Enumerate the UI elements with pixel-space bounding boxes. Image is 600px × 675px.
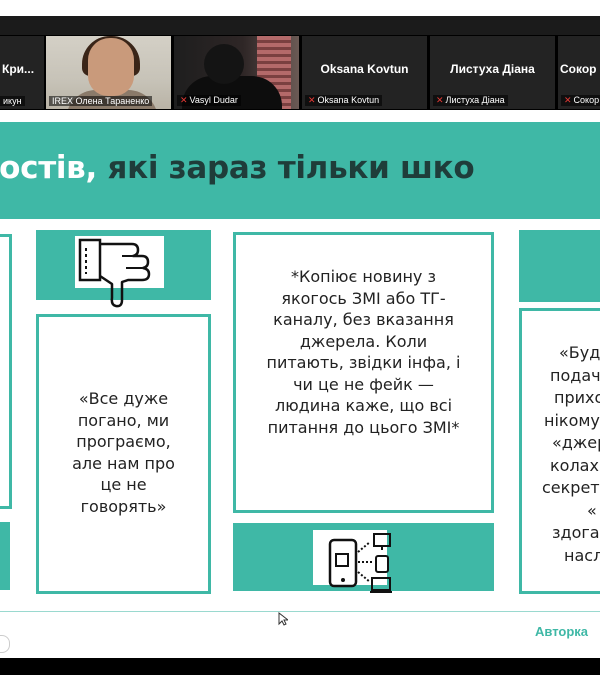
slide-title: постів, які зараз тільки шко <box>0 150 475 186</box>
participant-name: Листуха Діана <box>450 62 535 76</box>
participant-tile-1[interactable]: Кри... икун <box>0 36 44 109</box>
card-far-left <box>0 234 12 509</box>
shared-slide: постів, які зараз тільки шко «Все дуже п… <box>0 110 600 658</box>
participant-caption: Vasyl Dudar <box>189 95 238 105</box>
participant-caption: Oksana Kovtun <box>317 95 380 105</box>
mic-muted-icon: ✕ <box>564 95 572 105</box>
participant-tile-6[interactable]: Сокор ✕ Сокор <box>558 36 600 109</box>
thumbs-down-icon <box>78 238 151 308</box>
gallery-header <box>0 16 600 35</box>
teal-block-far-left <box>0 522 10 590</box>
participant-name: Кри... <box>2 62 35 76</box>
slide-footer: Авторка <box>535 624 589 639</box>
icon-band-right <box>519 230 600 302</box>
participant-caption: Сокор <box>573 95 600 105</box>
mouse-cursor-icon <box>278 612 288 626</box>
participant-name: Сокор <box>560 62 597 76</box>
footer-divider <box>0 611 600 612</box>
participant-tile-2[interactable]: IREX Олена Тараненко <box>46 36 171 109</box>
card-right: «Буд подач прихо нікому «джер колах секр… <box>519 308 600 594</box>
participant-tile-5[interactable]: Листуха Діана ✕ Листуха Діана <box>430 36 555 109</box>
card-center: *Копіює новину з якогось ЗМІ або ТГ- кан… <box>233 232 494 513</box>
participant-caption: IREX Олена Тараненко <box>49 96 153 106</box>
slide-title-part2: які зараз тільки шко <box>107 150 475 186</box>
slide-control[interactable] <box>0 635 10 653</box>
card-right-text: «Буд подач прихо нікому «джер колах секр… <box>542 343 600 565</box>
card-left: «Все дуже погано, ми програємо, але нам … <box>36 314 211 594</box>
mic-muted-icon: ✕ <box>308 95 316 105</box>
participant-caption: Листуха Діана <box>445 95 505 105</box>
participant-caption: икун <box>0 96 25 106</box>
slide-title-part1: постів, <box>0 150 97 186</box>
participant-tile-4[interactable]: Oksana Kovtun ✕ Oksana Kovtun <box>302 36 427 109</box>
mic-muted-icon: ✕ <box>436 95 444 105</box>
window-top-bar <box>0 0 600 16</box>
card-center-text: *Копіює новину з якогось ЗМІ або ТГ- кан… <box>266 267 461 437</box>
card-left-text: «Все дуже погано, ми програємо, але нам … <box>72 389 175 516</box>
window-bottom-bar <box>0 658 600 675</box>
participant-tile-3[interactable]: ✕ Vasyl Dudar <box>174 36 299 109</box>
phone-network-icon <box>328 533 392 593</box>
participant-name: Oksana Kovtun <box>320 62 409 76</box>
mic-muted-icon: ✕ <box>180 95 188 105</box>
